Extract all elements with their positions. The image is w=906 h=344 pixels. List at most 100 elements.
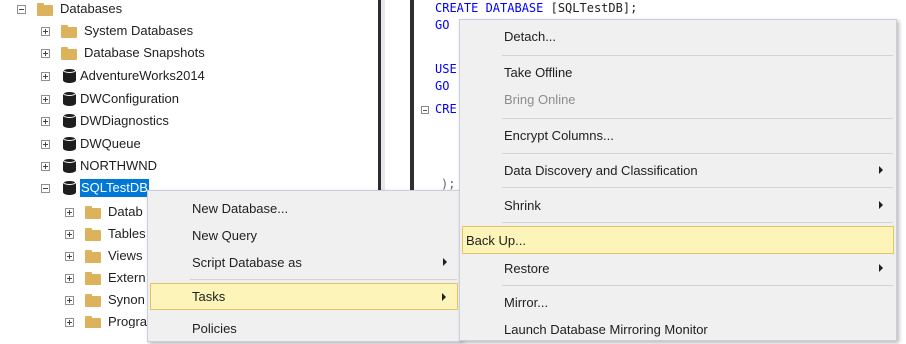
menu-item-shrink[interactable]: Shrink <box>462 190 894 220</box>
menu-item-label: Bring Online <box>504 91 576 107</box>
tree-node-child[interactable]: Tables <box>65 223 146 245</box>
tree-node-child[interactable]: Progra <box>65 311 147 328</box>
menu-item-label: Back Up... <box>466 232 526 248</box>
tree-node-label: Synon <box>108 292 145 307</box>
menu-item-label: Launch Database Mirroring Monitor <box>504 321 708 337</box>
menu-item-label: Restore <box>504 260 550 276</box>
tree-node-dwconfiguration[interactable]: DWConfiguration <box>41 88 179 110</box>
tree-node-dwdiagnostics[interactable]: DWDiagnostics <box>41 110 169 132</box>
menu-separator <box>502 55 893 56</box>
menu-separator <box>502 285 893 286</box>
menu-item-launch-mirroring-monitor[interactable]: Launch Database Mirroring Monitor <box>462 314 894 344</box>
expand-icon[interactable] <box>41 26 50 36</box>
menu-item-label: Policies <box>192 320 237 336</box>
collapse-icon[interactable] <box>17 4 26 14</box>
expand-icon[interactable] <box>65 207 74 217</box>
database-icon <box>63 91 76 107</box>
menu-item-data-discovery[interactable]: Data Discovery and Classification <box>462 155 894 185</box>
tree-node-label: Database Snapshots <box>84 45 205 60</box>
expand-icon[interactable] <box>41 71 50 81</box>
menu-item-back-up[interactable]: Back Up... <box>462 226 894 254</box>
tree-node-adventureworks2014[interactable]: AdventureWorks2014 <box>41 65 205 87</box>
folder-icon <box>85 315 102 328</box>
tree-node-label: Tables <box>108 226 146 241</box>
menu-item-label: Detach... <box>504 28 557 44</box>
menu-item-policies[interactable]: Policies <box>150 313 458 343</box>
tree-node-label: NORTHWND <box>80 158 158 173</box>
expand-icon[interactable] <box>41 94 50 104</box>
database-icon <box>63 68 76 84</box>
tree-node-label: DWDiagnostics <box>80 113 169 128</box>
tree-node-label: Datab <box>108 204 143 219</box>
tree-node-label: DWConfiguration <box>80 91 179 106</box>
tree-node-sqltestdb[interactable]: SQLTestDB <box>41 177 149 199</box>
menu-item-encrypt-columns[interactable]: Encrypt Columns... <box>462 120 894 150</box>
tree-node-child[interactable]: Datab <box>65 201 143 223</box>
menu-item-new-query[interactable]: New Query <box>150 220 458 250</box>
menu-item-tasks[interactable]: Tasks <box>150 283 458 310</box>
menu-item-label: New Query <box>192 227 258 243</box>
tree-node-child[interactable]: Synon <box>65 289 145 311</box>
menu-item-mirror[interactable]: Mirror... <box>462 287 894 317</box>
menu-separator <box>502 153 893 154</box>
expand-icon[interactable] <box>41 161 50 171</box>
expand-icon[interactable] <box>65 251 74 261</box>
tree-node-label: System Databases <box>84 23 194 38</box>
tree-node-northwnd[interactable]: NORTHWND <box>41 155 157 177</box>
menu-separator <box>190 279 457 280</box>
code-line-5: CRE <box>435 102 457 116</box>
tree-node-databases[interactable]: Databases <box>17 0 122 20</box>
submenu-arrow-icon <box>879 166 883 174</box>
menu-item-bring-online: Bring Online <box>462 84 894 114</box>
menu-separator <box>502 187 893 188</box>
expand-icon[interactable] <box>65 229 74 239</box>
folder-icon <box>85 293 102 307</box>
menu-item-label: Data Discovery and Classification <box>504 162 698 178</box>
folder-icon <box>61 46 78 60</box>
menu-item-label: Encrypt Columns... <box>504 127 614 143</box>
menu-separator <box>502 222 893 223</box>
menu-item-restore[interactable]: Restore <box>462 253 894 283</box>
tree-node-label-selected: SQLTestDB <box>80 179 149 197</box>
tree-node-dwqueue[interactable]: DWQueue <box>41 133 141 155</box>
tree-node-database-snapshots[interactable]: Database Snapshots <box>41 42 205 64</box>
menu-item-label: Script Database as <box>192 254 302 270</box>
tree-node-label: Extern <box>108 270 146 285</box>
tree-node-label: DWQueue <box>80 136 141 151</box>
expand-icon[interactable] <box>65 317 74 327</box>
collapse-icon[interactable] <box>41 183 50 193</box>
tree-node-child[interactable]: Views <box>65 245 142 267</box>
menu-item-label: Mirror... <box>504 294 549 310</box>
expand-icon[interactable] <box>41 139 50 149</box>
expand-icon[interactable] <box>41 116 50 126</box>
submenu-arrow-icon <box>879 264 883 272</box>
folder-icon <box>61 24 78 38</box>
expand-icon[interactable] <box>41 48 50 58</box>
expand-icon[interactable] <box>65 273 74 283</box>
folder-icon <box>85 249 102 263</box>
code-keyword: CREATE DATABASE <box>435 1 544 15</box>
tasks-submenu: Detach... Take Offline Bring Online Encr… <box>459 19 897 341</box>
tree-node-label: AdventureWorks2014 <box>80 68 205 83</box>
tree-node-system-databases[interactable]: System Databases <box>41 20 193 42</box>
expand-icon[interactable] <box>65 295 74 305</box>
menu-item-take-offline[interactable]: Take Offline <box>462 57 894 87</box>
menu-item-script-database-as[interactable]: Script Database as <box>150 247 458 277</box>
database-icon <box>63 180 76 196</box>
menu-item-detach[interactable]: Detach... <box>462 21 894 51</box>
menu-item-label: New Database... <box>192 200 289 216</box>
tree-node-label: Views <box>108 248 143 263</box>
submenu-arrow-icon <box>879 201 883 209</box>
code-line-4: GO <box>435 79 450 93</box>
tree-node-child[interactable]: Extern <box>65 267 146 289</box>
database-icon <box>63 113 76 129</box>
folder-icon <box>37 2 54 16</box>
code-line-3: USE <box>435 62 457 76</box>
database-icon <box>63 136 76 152</box>
menu-item-new-database[interactable]: New Database... <box>150 193 458 223</box>
code-collapse-icon[interactable] <box>421 106 429 114</box>
submenu-arrow-icon <box>443 258 447 266</box>
menu-separator <box>502 118 893 119</box>
menu-item-label: Shrink <box>504 197 541 213</box>
code-line-2: GO <box>435 18 450 32</box>
